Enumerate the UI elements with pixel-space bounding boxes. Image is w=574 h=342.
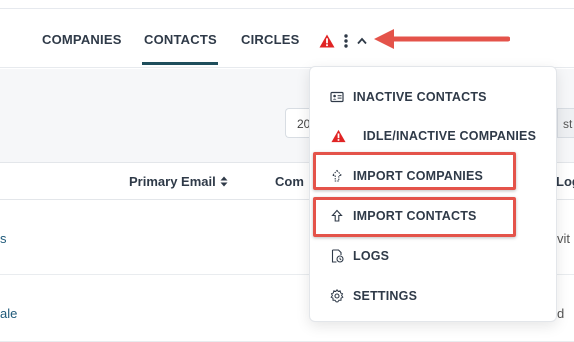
nav-actions <box>319 32 367 50</box>
menu-item-label: LOGS <box>353 249 390 263</box>
contact-name-link[interactable]: s <box>0 231 7 246</box>
contact-name-link[interactable]: ale <box>0 306 17 321</box>
tab-circles[interactable]: CIRCLES <box>241 32 299 47</box>
sort-icon[interactable] <box>220 176 228 187</box>
menu-item-settings[interactable]: SETTINGS <box>310 281 558 311</box>
menu-item-inactive-contacts[interactable]: INACTIVE CONTACTS <box>310 82 558 112</box>
actions-dropdown-menu: INACTIVE CONTACTS IDLE/INACTIVE COMPANIE… <box>309 66 557 322</box>
menu-item-label: INACTIVE CONTACTS <box>353 90 487 104</box>
warning-icon[interactable] <box>319 34 335 48</box>
active-tab-indicator <box>142 62 218 65</box>
annotation-highlight-import-contacts <box>313 197 516 237</box>
column-header-companies[interactable]: Com <box>275 174 304 189</box>
chevron-up-icon[interactable] <box>357 37 367 45</box>
table-cell: d <box>557 306 565 321</box>
warning-icon <box>331 129 346 143</box>
column-header-log[interactable]: Log <box>556 174 574 189</box>
menu-item-label: IDLE/INACTIVE COMPANIES <box>363 129 537 143</box>
filter-button[interactable]: st <box>557 108 574 138</box>
menu-item-idle-inactive-companies[interactable]: IDLE/INACTIVE COMPANIES <box>310 121 558 151</box>
tab-contacts[interactable]: CONTACTS <box>144 32 217 47</box>
top-bar <box>0 0 574 9</box>
gear-icon <box>330 289 344 303</box>
menu-item-logs[interactable]: LOGS <box>310 241 558 271</box>
tab-companies[interactable]: COMPANIES <box>42 32 122 47</box>
annotation-arrow <box>374 29 510 49</box>
table-cell: vit <box>557 231 570 246</box>
contact-card-icon <box>330 91 344 103</box>
log-file-icon <box>331 249 344 263</box>
annotation-highlight-import-companies <box>313 152 516 190</box>
column-header-primary-email[interactable]: Primary Email <box>129 174 228 189</box>
kebab-menu-icon[interactable] <box>343 34 349 48</box>
menu-item-label: SETTINGS <box>353 289 418 303</box>
